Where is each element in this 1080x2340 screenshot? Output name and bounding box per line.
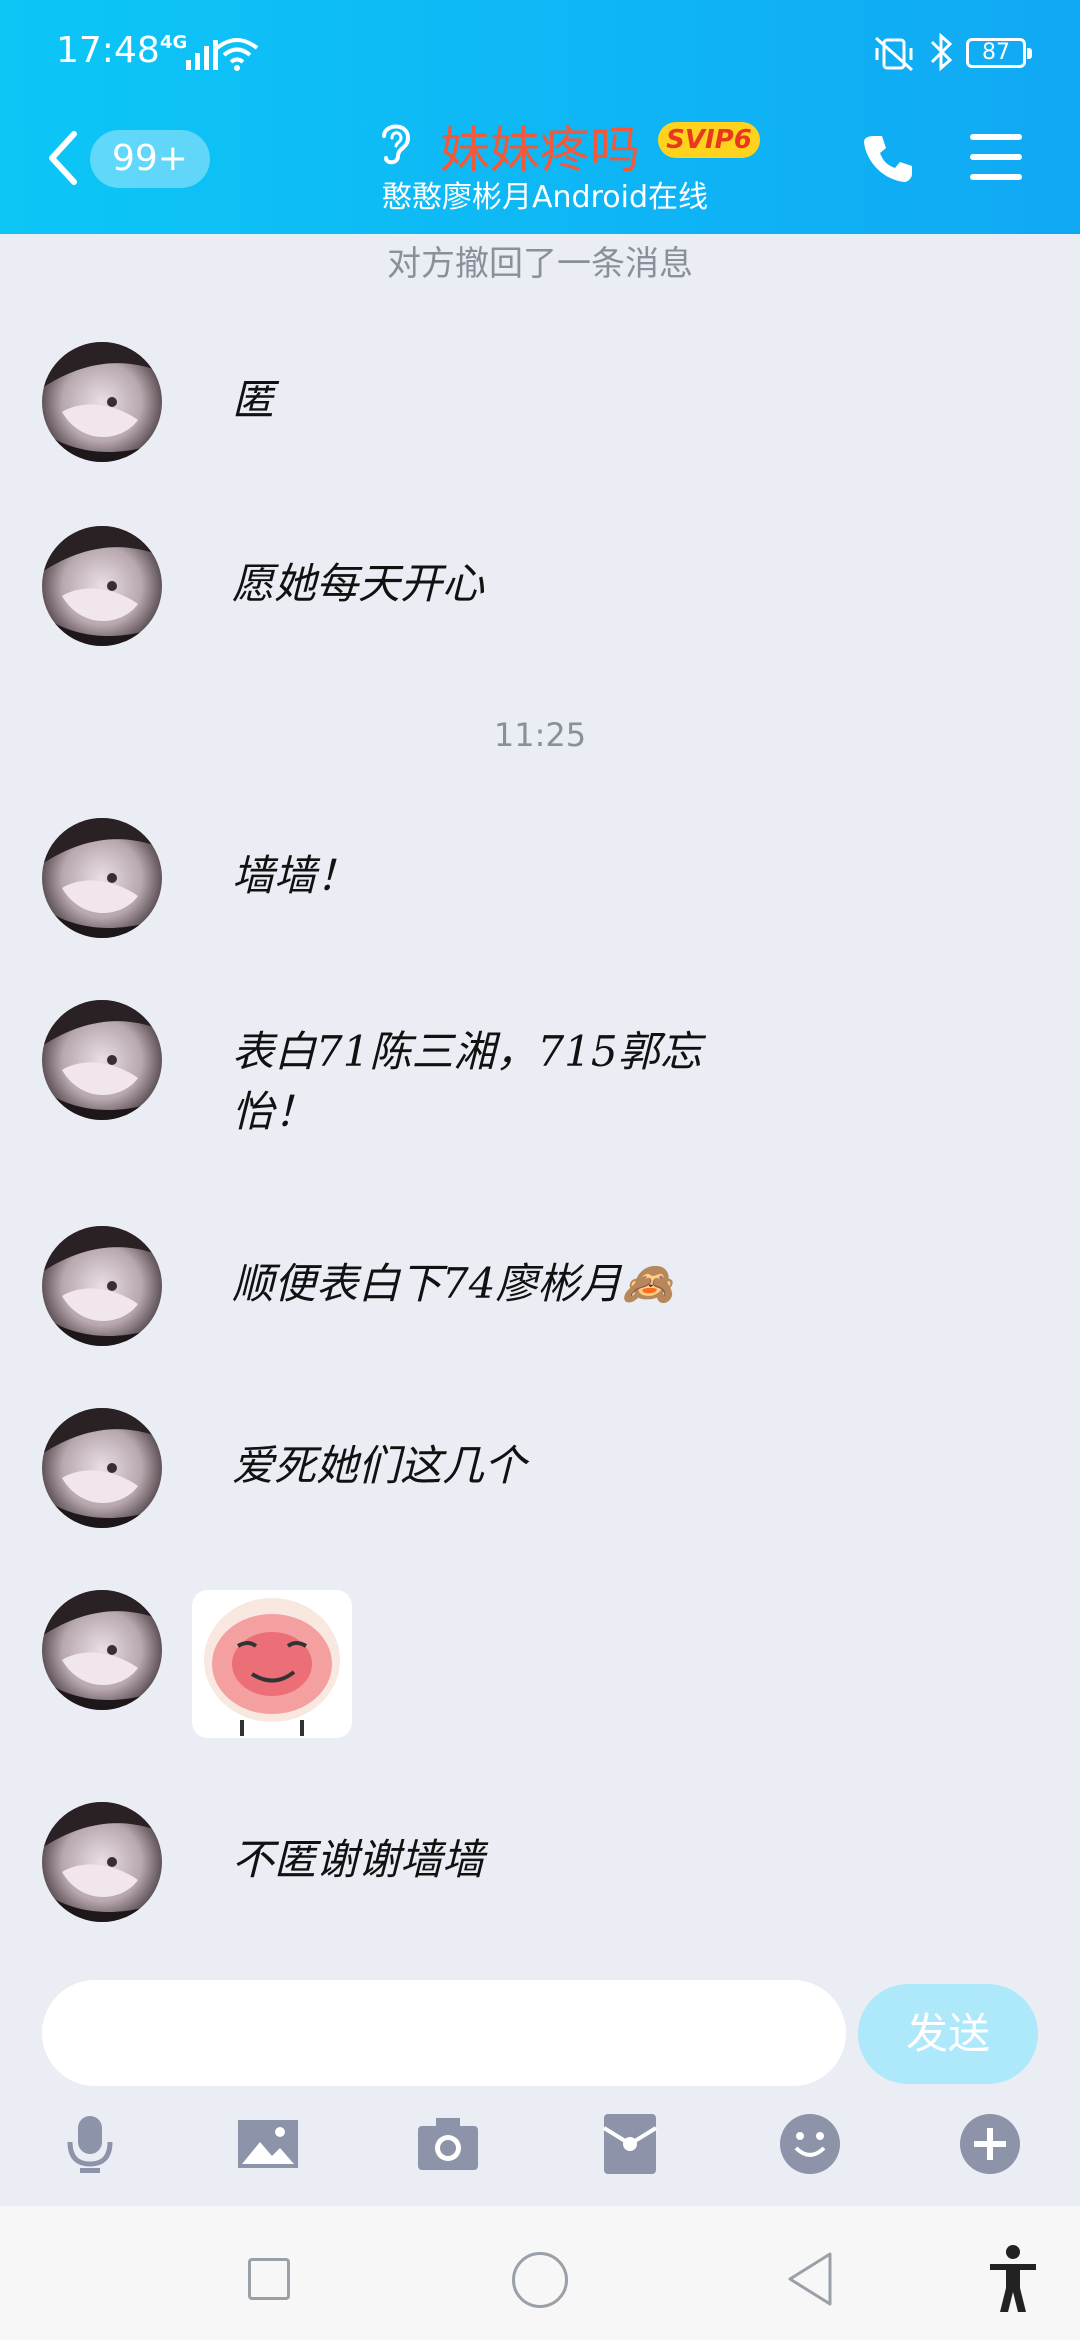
avatar[interactable] — [42, 1802, 162, 1922]
message-text: 表白71陈三湘，715郭忘 怡！ — [232, 1022, 702, 1142]
avatar[interactable] — [42, 1226, 162, 1346]
red-packet-icon[interactable] — [598, 2112, 662, 2176]
menu-icon[interactable] — [970, 134, 1022, 180]
avatar[interactable] — [42, 1590, 162, 1710]
emoji-icon[interactable] — [778, 2112, 842, 2176]
avatar[interactable] — [42, 1408, 162, 1528]
signal-icon — [186, 40, 218, 70]
chat-header: 17:48 4G 87 99+ 妹妹疼吗 SVIP6 憨憨廖彬月Android在… — [0, 0, 1080, 234]
message-line: 表白71陈三湘，715郭忘 — [232, 1027, 702, 1076]
sticker-image[interactable] — [192, 1590, 352, 1738]
recent-apps-icon[interactable] — [248, 2258, 290, 2300]
message-text: 不匿谢谢墙墙 — [232, 1835, 485, 1884]
plus-icon[interactable] — [958, 2112, 1022, 2176]
vibrate-mute-icon — [875, 36, 913, 72]
svip-badge: SVIP6 — [658, 122, 760, 158]
avatar[interactable] — [42, 1000, 162, 1120]
message-text: 顺便表白下74廖彬月🙈 — [232, 1259, 674, 1308]
battery-indicator: 87 — [966, 38, 1032, 68]
bluetooth-icon — [930, 32, 953, 72]
send-button[interactable]: 发送 — [858, 1984, 1038, 2084]
recall-notice: 对方撤回了一条消息 — [387, 244, 693, 284]
image-icon[interactable] — [236, 2112, 300, 2176]
message-line: 怡！ — [232, 1087, 317, 1136]
accessibility-icon[interactable] — [986, 2244, 1040, 2314]
avatar[interactable] — [42, 342, 162, 462]
microphone-icon[interactable] — [58, 2112, 122, 2176]
system-nav-bar — [0, 2206, 1080, 2340]
back-icon[interactable] — [46, 128, 80, 188]
unread-count-badge[interactable]: 99+ — [90, 130, 210, 188]
wifi-icon — [215, 38, 259, 71]
camera-icon[interactable] — [416, 2112, 480, 2176]
avatar[interactable] — [42, 526, 162, 646]
nav-back-icon[interactable] — [784, 2250, 836, 2308]
message-text: 愿她每天开心 — [232, 559, 485, 608]
avatar[interactable] — [42, 818, 162, 938]
ear-icon[interactable] — [376, 118, 416, 166]
time-divider: 11:25 — [493, 716, 587, 754]
contact-online-status: 憨憨廖彬月Android在线 — [382, 180, 708, 215]
message-text: 墙墙！ — [232, 851, 359, 900]
message-text: 匿 — [232, 375, 275, 424]
message-text: 爱死她们这几个 — [232, 1441, 527, 1490]
message-input[interactable] — [42, 1980, 846, 2086]
phone-icon[interactable] — [860, 130, 916, 186]
status-time: 17:48 — [56, 30, 160, 71]
home-icon[interactable] — [512, 2252, 568, 2308]
